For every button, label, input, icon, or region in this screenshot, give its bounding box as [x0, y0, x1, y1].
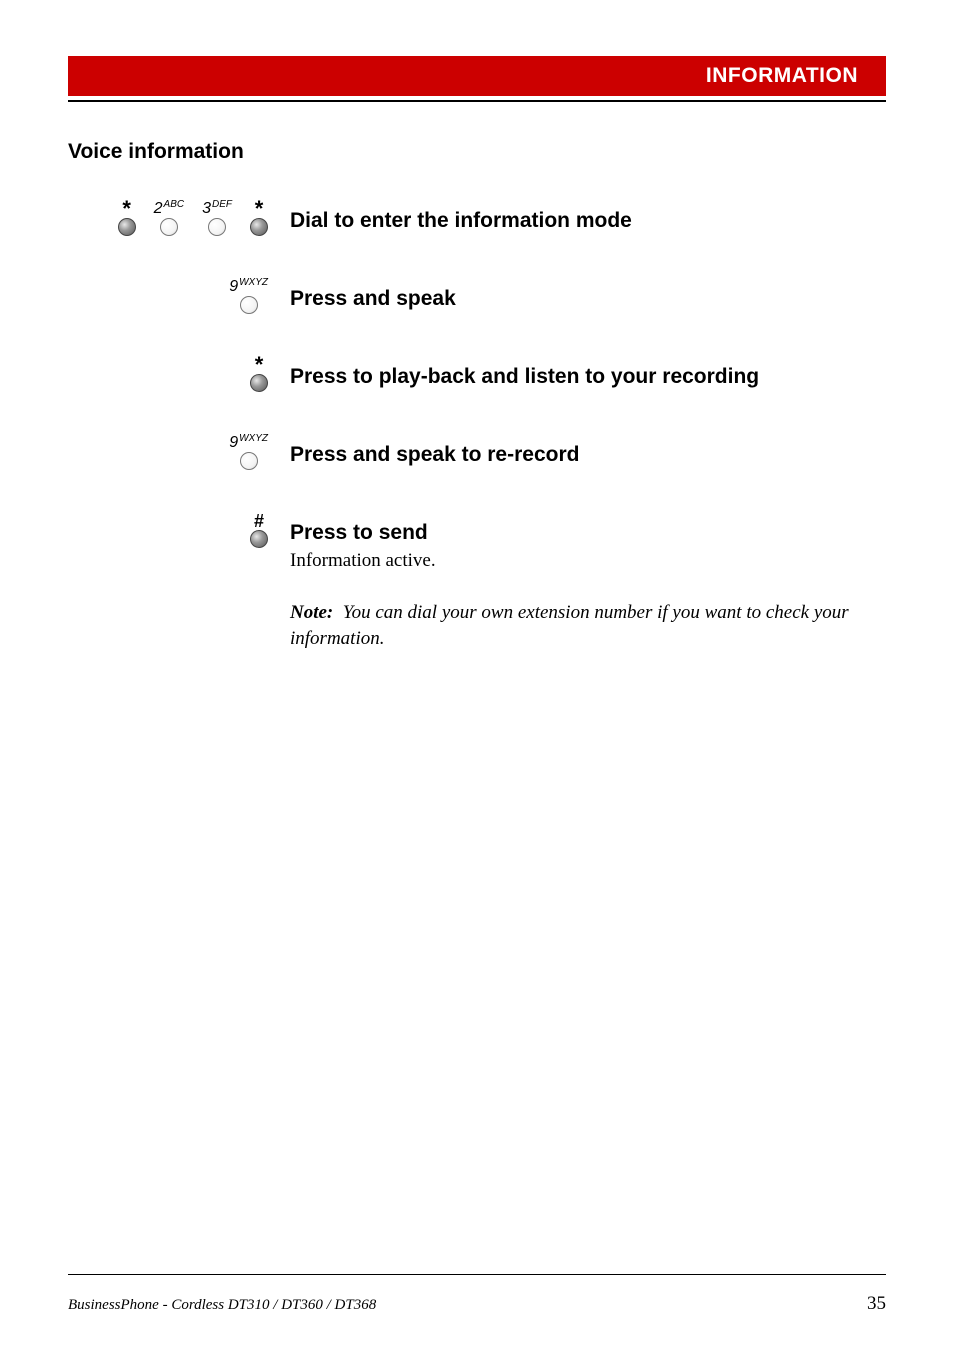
key-star: *: [250, 202, 268, 236]
key-two: 2ABC: [154, 202, 184, 236]
instr-row-speak: 9WXYZ Press and speak: [68, 280, 886, 314]
instruction-list: * 2ABC 3DEF * Dial to enter the informat…: [68, 202, 886, 572]
section-heading: Voice information: [68, 140, 886, 164]
key-area: 9WXYZ: [68, 436, 268, 470]
instr-row-rerecord: 9WXYZ Press and speak to re-record: [68, 436, 886, 470]
footer-row: BusinessPhone - Cordless DT310 / DT360 /…: [68, 1293, 886, 1315]
header-title: INFORMATION: [706, 64, 858, 88]
note-text: You can dial your own extension number i…: [290, 602, 849, 649]
key-area: 9WXYZ: [68, 280, 268, 314]
key-three-digit: 3: [202, 202, 211, 216]
key-area: * 2ABC 3DEF *: [68, 202, 268, 236]
key-star-symbol: *: [255, 358, 264, 372]
key-circle-icon: [250, 374, 268, 392]
instr-sub-text: Information active.: [290, 550, 886, 572]
instr-main-text: Press to play-back and listen to your re…: [290, 364, 886, 390]
key-nine: 9WXYZ: [229, 280, 268, 314]
key-hash-symbol: #: [254, 514, 264, 528]
instr-row-dial: * 2ABC 3DEF * Dial to enter the informat…: [68, 202, 886, 236]
page-container: INFORMATION Voice information * 2ABC 3DE…: [0, 0, 954, 652]
instr-text: Press and speak to re-record: [290, 436, 886, 468]
instr-text: Press to play-back and listen to your re…: [290, 358, 886, 390]
key-three: 3DEF: [202, 202, 232, 236]
key-three-letters: DEF: [212, 198, 232, 212]
key-star: *: [250, 358, 268, 392]
key-circle-icon: [118, 218, 136, 236]
page-footer: BusinessPhone - Cordless DT310 / DT360 /…: [68, 1274, 886, 1315]
key-nine-letters: WXYZ: [239, 432, 268, 446]
key-circle-icon: [240, 452, 258, 470]
note-block: Note: You can dial your own extension nu…: [290, 600, 886, 651]
key-circle-icon: [250, 218, 268, 236]
instr-text: Press and speak: [290, 280, 886, 312]
key-circle-icon: [160, 218, 178, 236]
footer-doc-title: BusinessPhone - Cordless DT310 / DT360 /…: [68, 1297, 376, 1314]
instr-main-text: Press and speak to re-record: [290, 442, 886, 468]
key-two-letters: ABC: [164, 198, 185, 212]
instr-row-playback: * Press to play-back and listen to your …: [68, 358, 886, 392]
instr-main-text: Press and speak: [290, 286, 886, 312]
instr-text: Dial to enter the information mode: [290, 202, 886, 234]
header-bar: INFORMATION: [68, 56, 886, 96]
key-area: *: [68, 358, 268, 392]
note-label: Note:: [290, 602, 333, 623]
key-two-digit: 2: [154, 202, 163, 216]
key-nine-digit: 9: [229, 280, 238, 294]
key-hash: #: [250, 514, 268, 548]
key-star: *: [118, 202, 136, 236]
key-nine-digit: 9: [229, 436, 238, 450]
header-rule: [68, 100, 886, 102]
key-nine-letters: WXYZ: [239, 276, 268, 290]
footer-rule: [68, 1274, 886, 1275]
key-circle-icon: [208, 218, 226, 236]
instr-main-text: Dial to enter the information mode: [290, 208, 886, 234]
key-circle-icon: [240, 296, 258, 314]
key-star-symbol: *: [122, 202, 131, 216]
instr-text: Press to send Information active.: [290, 514, 886, 572]
key-star-symbol: *: [255, 202, 264, 216]
key-nine: 9WXYZ: [229, 436, 268, 470]
instr-main-text: Press to send: [290, 520, 886, 546]
key-area: #: [68, 514, 268, 548]
footer-page-number: 35: [867, 1293, 886, 1315]
instr-row-send: # Press to send Information active.: [68, 514, 886, 572]
key-circle-icon: [250, 530, 268, 548]
